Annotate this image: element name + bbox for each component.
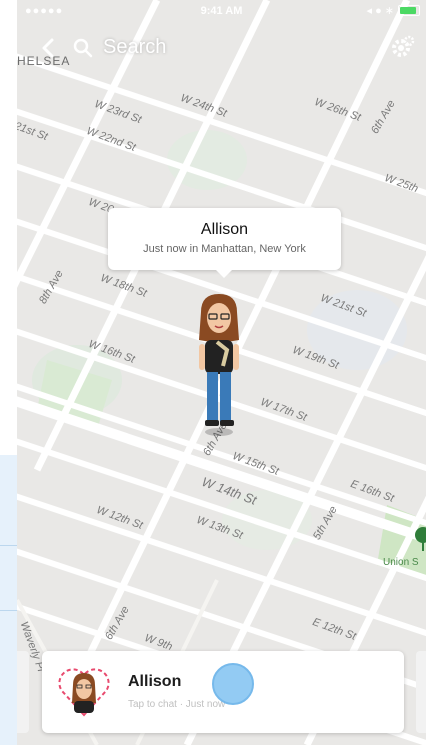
next-friend-card[interactable] (416, 651, 426, 733)
status-bar: ●●●●● 9:41 AM ◂ ● ∗ (17, 0, 426, 20)
friend-card[interactable]: Allison Tap to chat · Just now (42, 651, 404, 733)
friend-subtitle: Tap to chat · Just now (128, 699, 226, 710)
settings-icon[interactable] (390, 34, 416, 60)
status-icons-text: ◂ ● ∗ (366, 5, 395, 17)
snap-map-screen: W 24th St W 23rd St W 22nd St 21st St W … (17, 0, 426, 745)
callout-name: Allison (200, 221, 249, 238)
previous-friend-card[interactable] (17, 651, 29, 733)
friend-avatar (58, 668, 110, 717)
park-pin-icon[interactable] (412, 525, 426, 555)
back-icon[interactable] (37, 36, 61, 60)
park-label: Union S (383, 557, 419, 568)
battery-icon (398, 5, 420, 16)
status-time: 9:41 AM (200, 5, 243, 17)
divider (0, 545, 17, 546)
status-icons: ◂ ● ∗ (366, 4, 420, 17)
search-icon[interactable] (73, 38, 93, 58)
left-edge-panel (0, 455, 17, 745)
search-input[interactable]: Search (103, 36, 166, 59)
callout-subtitle: Just now in Manhattan, New York (143, 243, 306, 255)
divider (0, 610, 17, 611)
touch-indicator (212, 663, 254, 705)
friend-name: Allison (128, 673, 182, 690)
top-bar: HELSEA Search (17, 22, 426, 72)
bitmoji-avatar[interactable] (187, 292, 251, 438)
location-callout[interactable]: Allison Just now in Manhattan, New York (108, 208, 341, 278)
